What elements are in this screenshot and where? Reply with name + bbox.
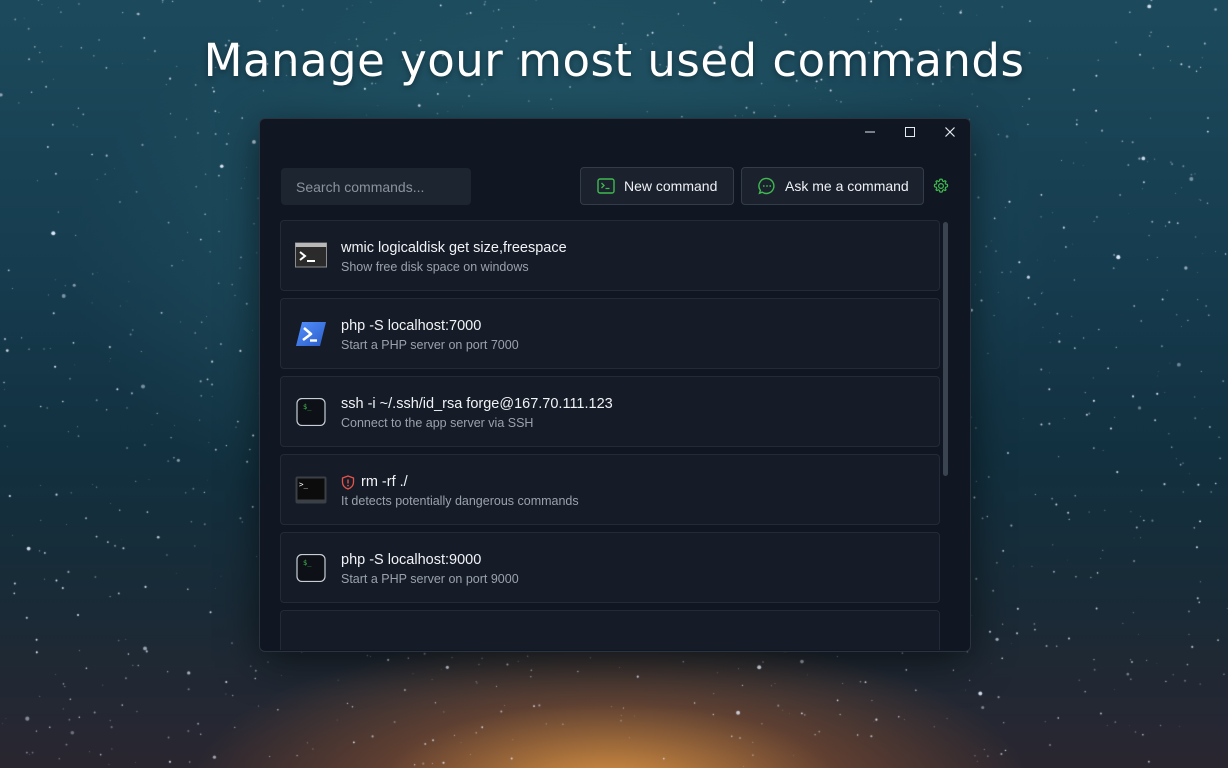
command-text: php -S localhost:9000: [341, 552, 482, 568]
command-description: Connect to the app server via SSH: [341, 416, 534, 430]
command-title: php -S localhost:9000: [341, 552, 481, 568]
ask-command-button[interactable]: Ask me a command: [741, 167, 924, 205]
svg-text:>_: >_: [299, 480, 309, 489]
page-headline: Manage your most used commands: [203, 34, 1025, 87]
command-list[interactable]: wmic logicaldisk get size,freespace Show…: [280, 220, 942, 650]
command-title: wmic logicaldisk get size,freespace: [341, 240, 567, 256]
command-title: rm -rf ./: [341, 474, 408, 490]
powershell-icon: [296, 322, 326, 346]
command-text: rm -rf ./: [361, 474, 408, 490]
maximize-icon: [905, 127, 915, 137]
new-command-label: New command: [624, 178, 718, 194]
windows-terminal-icon: >_: [295, 476, 327, 504]
maximize-button[interactable]: [890, 119, 930, 145]
bash-terminal-icon: $_: [296, 398, 326, 426]
command-item[interactable]: php -S localhost:7000 Start a PHP server…: [280, 298, 940, 369]
ask-command-label: Ask me a command: [785, 178, 909, 194]
command-item[interactable]: wmic logicaldisk get size,freespace Show…: [280, 220, 940, 291]
command-description: Show free disk space on windows: [341, 260, 529, 274]
cmd-terminal-icon: [295, 242, 327, 268]
app-window: New command Ask me a command wmic logica…: [259, 118, 971, 652]
close-icon: [945, 127, 955, 137]
list-scrollbar[interactable]: [943, 222, 948, 476]
command-text: php -S localhost:7000: [341, 318, 482, 334]
command-description: Start a PHP server on port 7000: [341, 338, 519, 352]
command-title: php -S localhost:7000: [341, 318, 481, 334]
shield-warning-icon: [341, 474, 355, 490]
command-item[interactable]: [280, 610, 940, 650]
command-item[interactable]: >_ rm -rf ./ It detects potentially dang…: [280, 454, 940, 525]
command-item[interactable]: $_ php -S localhost:9000 Start a PHP ser…: [280, 532, 940, 603]
command-title: ssh -i ~/.ssh/id_rsa forge@167.70.111.12…: [341, 396, 613, 412]
chat-bubble-icon: [758, 177, 775, 195]
command-description: Start a PHP server on port 9000: [341, 572, 519, 586]
search-input[interactable]: [281, 168, 471, 205]
command-item[interactable]: $_ ssh -i ~/.ssh/id_rsa forge@167.70.111…: [280, 376, 940, 447]
gear-icon[interactable]: [932, 177, 950, 195]
svg-text:$_: $_: [303, 403, 312, 411]
minimize-icon: [865, 131, 875, 133]
minimize-button[interactable]: [850, 119, 890, 145]
new-command-button[interactable]: New command: [580, 167, 734, 205]
close-button[interactable]: [930, 119, 970, 145]
svg-text:$_: $_: [303, 559, 312, 567]
command-text: wmic logicaldisk get size,freespace: [341, 240, 567, 256]
terminal-icon: [597, 178, 615, 194]
bash-terminal-icon: $_: [296, 554, 326, 582]
command-text: ssh -i ~/.ssh/id_rsa forge@167.70.111.12…: [341, 396, 613, 412]
command-description: It detects potentially dangerous command…: [341, 494, 579, 508]
